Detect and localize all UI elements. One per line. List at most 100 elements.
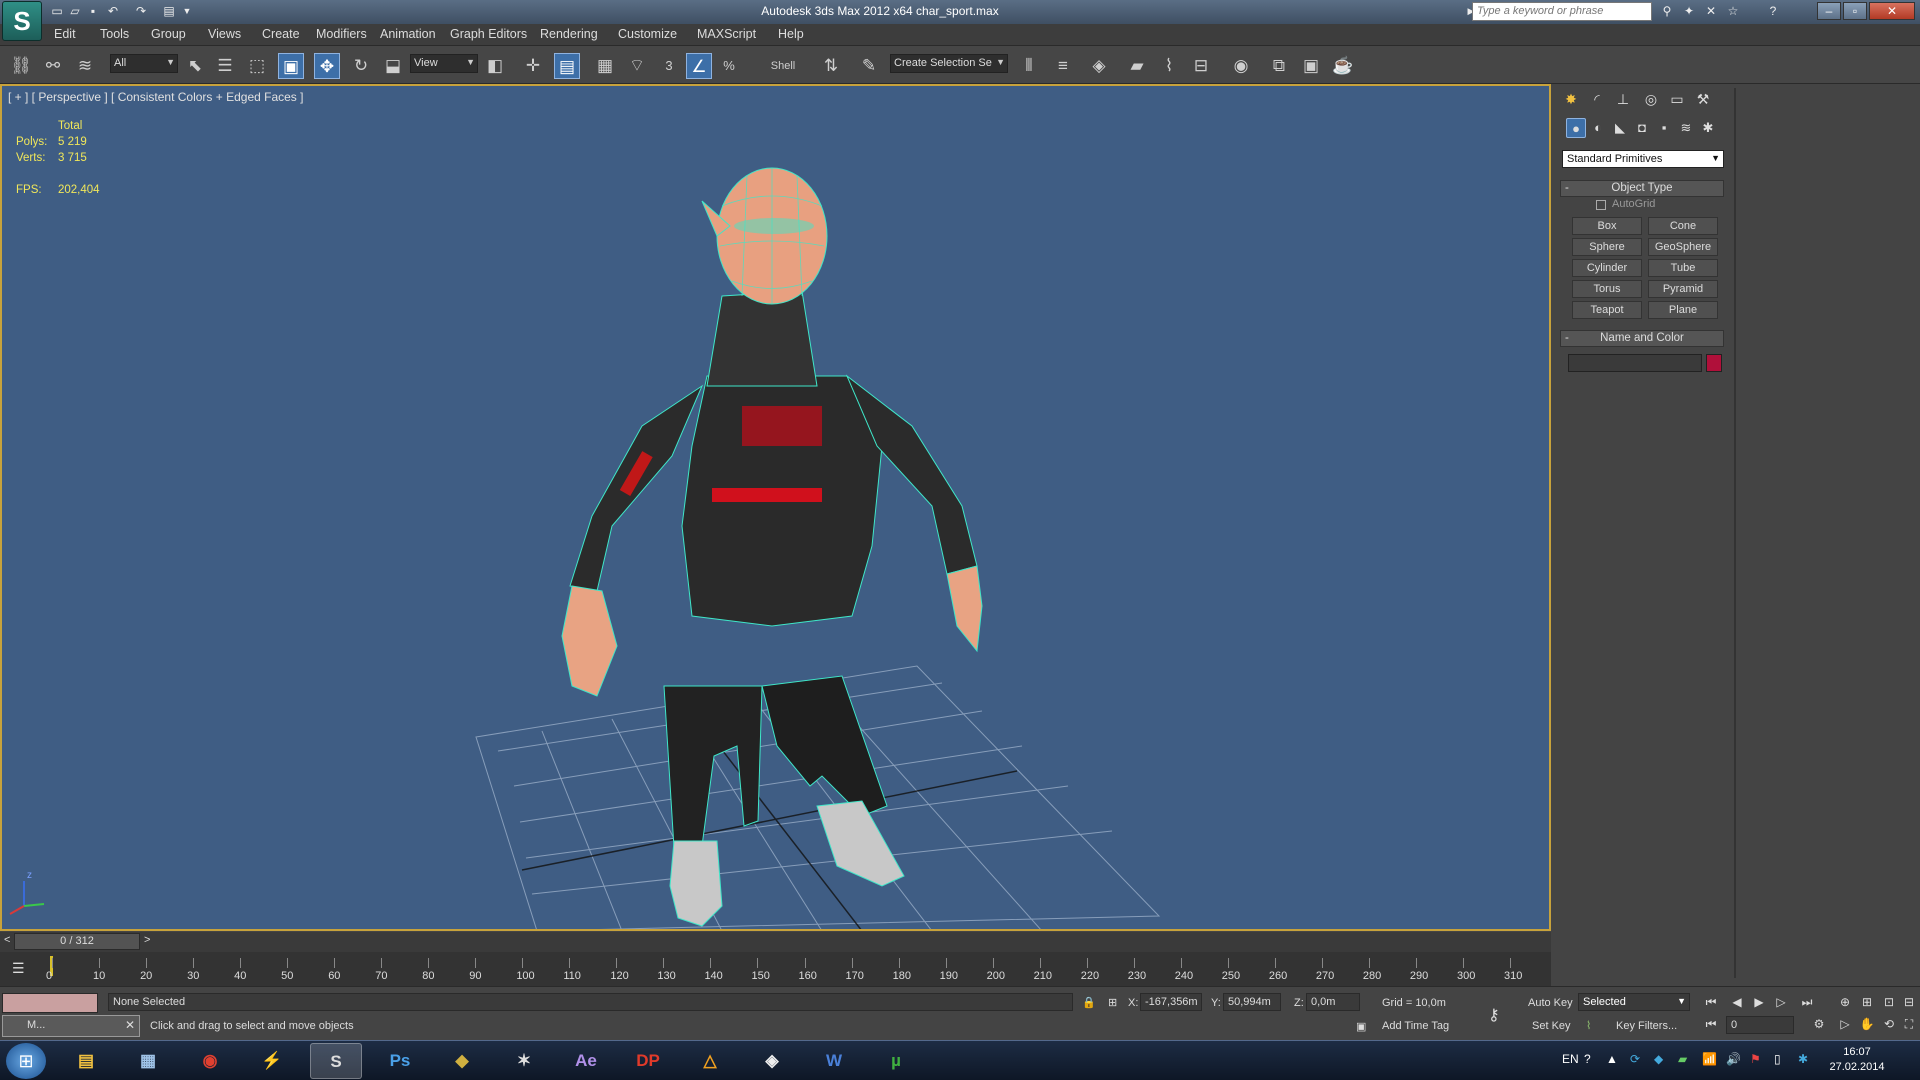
dropbox-tray-icon[interactable]: ◆	[1654, 1052, 1663, 1066]
word-icon[interactable]: W	[808, 1043, 860, 1079]
menu-edit[interactable]: Edit	[54, 27, 76, 41]
bind-space-warp-icon[interactable]: ≋	[72, 53, 98, 79]
menu-views[interactable]: Views	[208, 27, 241, 41]
restore-button[interactable]: ▫	[1843, 2, 1867, 20]
autodesk-icon[interactable]: △	[684, 1043, 736, 1079]
perspective-viewport[interactable]: [ + ] [ Perspective ] [ Consistent Color…	[0, 84, 1551, 931]
menu-animation[interactable]: Animation	[380, 27, 436, 41]
selection-filter-dropdown[interactable]: All ▼	[110, 54, 178, 73]
object-type-rollout-header[interactable]: - Object Type	[1560, 180, 1724, 197]
search-input[interactable]: Type a keyword or phrase	[1472, 2, 1652, 21]
utilities-tab-icon[interactable]: ⚒	[1692, 88, 1714, 110]
time-slider-prev[interactable]: <	[4, 934, 10, 946]
save-icon[interactable]: ▪	[84, 3, 102, 20]
select-and-move-icon[interactable]: ✥	[314, 53, 340, 79]
object-name-input[interactable]	[1568, 354, 1702, 372]
help-icon[interactable]: ?	[1764, 3, 1782, 20]
percent-snap-icon[interactable]: %	[716, 53, 742, 79]
dp-icon[interactable]: DP	[622, 1043, 674, 1079]
z-coordinate-field[interactable]: 0,0m	[1306, 993, 1360, 1011]
time-config-icon[interactable]: ⚙	[1808, 1015, 1830, 1033]
time-slider[interactable]: < 0 / 312 >	[0, 932, 1551, 952]
nvidia-tray-icon[interactable]: ▰	[1678, 1052, 1687, 1066]
tray-up-icon[interactable]: ▲	[1606, 1052, 1618, 1066]
unity-icon[interactable]: ◈	[746, 1043, 798, 1079]
keyshot-icon[interactable]: ◆	[436, 1043, 488, 1079]
reference-coordinate-dropdown[interactable]: View ▼	[410, 54, 478, 73]
maxscript-listener-mini[interactable]	[2, 993, 98, 1013]
field-of-view-icon[interactable]: ▷	[1834, 1015, 1856, 1033]
time-tag-icon[interactable]: ▣	[1356, 1020, 1366, 1033]
cameras-icon[interactable]: ◘	[1632, 118, 1652, 138]
create-tab-icon[interactable]: ✸	[1560, 88, 1582, 110]
redo-icon[interactable]: ↷	[132, 3, 150, 20]
torus-button[interactable]: Torus	[1572, 280, 1642, 298]
add-time-tag[interactable]: Add Time Tag	[1382, 1020, 1449, 1032]
minimized-window[interactable]: M... ✕	[2, 1015, 140, 1037]
display-tab-icon[interactable]: ▭	[1666, 88, 1688, 110]
spinner-snap-icon[interactable]: ⇅	[818, 53, 844, 79]
menu-tools[interactable]: Tools	[100, 27, 129, 41]
absolute-mode-icon[interactable]: ⊞	[1108, 996, 1117, 1009]
menu-create[interactable]: Create	[262, 27, 300, 41]
time-slider-next[interactable]: >	[144, 934, 150, 946]
system-clock[interactable]: 16:07 27.02.2014	[1822, 1045, 1892, 1075]
track-bar[interactable]: ☰ 0 10 20 30 40 50 60 70 80 90 100 110 120 130 140 150 1…	[0, 952, 1551, 986]
align-icon[interactable]: ≡	[1050, 53, 1076, 79]
render-setup-icon[interactable]: ⧉	[1266, 53, 1292, 79]
rendered-frame-window-icon[interactable]: ▣	[1298, 53, 1324, 79]
set-key-button[interactable]: Set Key	[1532, 1020, 1571, 1032]
open-file-icon[interactable]: ▱	[66, 3, 84, 20]
autogrid-checkbox[interactable]	[1596, 200, 1606, 210]
mini-curve-editor-icon[interactable]: ☰	[12, 960, 25, 977]
geometry-icon[interactable]: ●	[1566, 118, 1586, 138]
undo-icon[interactable]: ↶	[104, 3, 122, 20]
key-mode-dropdown[interactable]: Selected ▼	[1578, 993, 1690, 1011]
close-button[interactable]: ✕	[1869, 2, 1915, 20]
unlink-icon[interactable]: ⚯	[40, 53, 66, 79]
project-folder-icon[interactable]: ▤	[160, 3, 178, 20]
menu-help[interactable]: Help	[778, 27, 804, 41]
menu-rendering[interactable]: Rendering	[540, 27, 598, 41]
window-crossing-icon[interactable]: ▣	[278, 53, 304, 79]
winamp-icon[interactable]: ⚡	[246, 1043, 298, 1079]
y-coordinate-field[interactable]: 50,994m	[1223, 993, 1281, 1011]
subscription-icon[interactable]: ✦	[1680, 3, 1698, 20]
zoom-extents-icon[interactable]: ⊡	[1878, 993, 1900, 1011]
app-menu-button[interactable]: S	[2, 1, 42, 41]
graphite-tools-icon[interactable]: ▰	[1124, 53, 1150, 79]
lock-icon[interactable]: 🔒	[1082, 996, 1096, 1009]
explorer-icon[interactable]: ▤	[60, 1043, 112, 1079]
utorrent-icon[interactable]: µ	[870, 1043, 922, 1079]
angle-snap-icon[interactable]: ⌔	[624, 53, 650, 79]
cylinder-button[interactable]: Cylinder	[1572, 259, 1642, 277]
helpers-icon[interactable]: ▪	[1654, 118, 1674, 138]
render-production-icon[interactable]: ☕	[1330, 53, 1356, 79]
mirror-icon[interactable]: ⫴	[1016, 53, 1042, 79]
3ds-max-icon[interactable]: S	[310, 1043, 362, 1079]
snap-3d-icon[interactable]: 3	[656, 53, 682, 79]
edit-named-selection-icon[interactable]: ✎	[856, 53, 882, 79]
after-effects-icon[interactable]: Ae	[560, 1043, 612, 1079]
box-button[interactable]: Box	[1572, 217, 1642, 235]
name-and-color-rollout-header[interactable]: - Name and Color	[1560, 330, 1724, 347]
teapot-button[interactable]: Teapot	[1572, 301, 1642, 319]
tube-button[interactable]: Tube	[1648, 259, 1718, 277]
material-editor-icon[interactable]: ◉	[1228, 53, 1254, 79]
cone-button[interactable]: Cone	[1648, 217, 1718, 235]
network-tray-icon[interactable]: 📶	[1702, 1052, 1717, 1066]
help-tray-icon[interactable]: ?	[1584, 1052, 1591, 1066]
start-button[interactable]: ⊞	[6, 1043, 46, 1079]
minimize-button[interactable]: –	[1817, 2, 1841, 20]
maximize-viewport-icon[interactable]: ⛶	[1898, 1015, 1920, 1033]
set-key-icon[interactable]: ⚷	[1488, 1005, 1500, 1025]
zoom-extents-all-icon[interactable]: ⊟	[1898, 993, 1920, 1011]
favorites-star-icon[interactable]: ☆	[1724, 3, 1742, 20]
new-file-icon[interactable]: ▭	[48, 3, 66, 20]
systems-icon[interactable]: ✱	[1698, 118, 1718, 138]
primitive-category-dropdown[interactable]: Standard Primitives ▼	[1562, 150, 1724, 168]
select-manipulate-icon[interactable]: ✛	[520, 53, 546, 79]
calculator-icon[interactable]: ▦	[122, 1043, 174, 1079]
modify-tab-icon[interactable]: ◜	[1586, 88, 1608, 110]
binoculars-icon[interactable]: ⚲	[1658, 3, 1676, 20]
